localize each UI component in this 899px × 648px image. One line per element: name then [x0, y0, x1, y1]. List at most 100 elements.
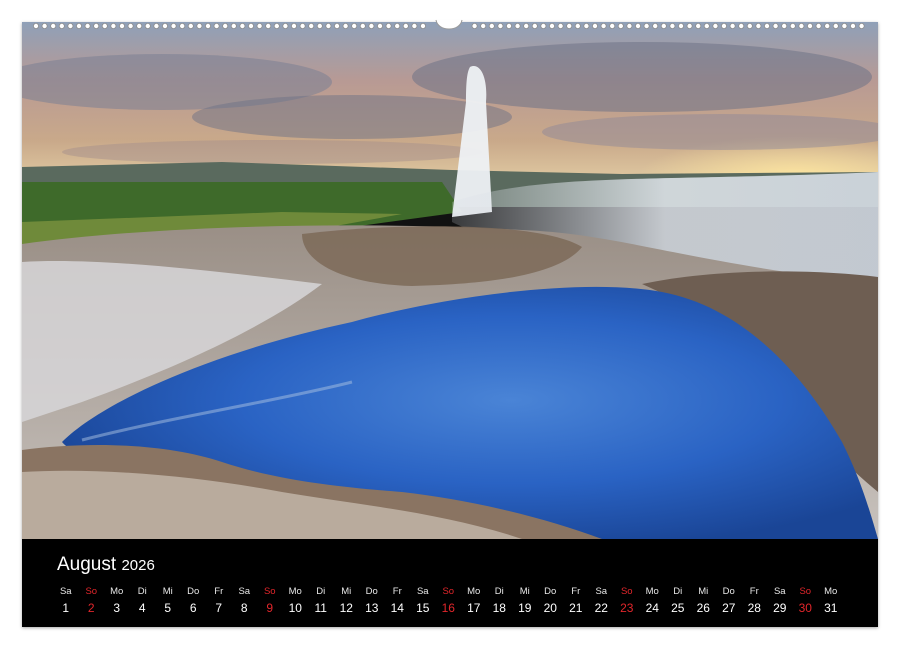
binding-hole: [824, 23, 831, 29]
binding-hole: [119, 23, 126, 29]
weekday-label: Mo: [288, 586, 302, 597]
binding-hole: [772, 23, 779, 29]
binding-hole: [549, 23, 556, 29]
binding-hole: [712, 23, 719, 29]
weekday-label: Di: [316, 586, 326, 597]
binding-hole: [50, 23, 57, 29]
day-number: 9: [266, 601, 274, 615]
weekday-label: Fr: [571, 586, 581, 597]
binding-hole: [58, 23, 65, 29]
weekday-label: Di: [673, 586, 683, 597]
day-number: 19: [518, 601, 532, 615]
binding-hole: [488, 23, 495, 29]
binding-hole: [368, 23, 375, 29]
day-number: 28: [747, 601, 761, 615]
binding-hole: [738, 23, 745, 29]
binding-hole: [850, 23, 857, 29]
binding-hole: [101, 23, 108, 29]
binding-hole: [480, 23, 487, 29]
binding-hole: [41, 23, 48, 29]
day-cell: Mo 24: [640, 586, 666, 616]
binding-hole: [196, 23, 203, 29]
day-number: 26: [696, 601, 710, 615]
binding-hole: [592, 23, 599, 29]
day-cell: Fr 14: [385, 586, 411, 616]
weekday-label: Mo: [824, 586, 838, 597]
day-cell: Mi 5: [155, 586, 181, 616]
binding-hole: [359, 23, 366, 29]
day-cell: So 16: [436, 586, 462, 616]
binding-hole: [299, 23, 306, 29]
weekday-label: So: [85, 586, 98, 597]
day-cell: So 23: [614, 586, 640, 616]
weekday-label: So: [442, 586, 455, 597]
binding-hole: [67, 23, 74, 29]
day-number: 6: [189, 601, 197, 615]
weekday-label: Fr: [392, 586, 402, 597]
day-number: 17: [467, 601, 481, 615]
day-cell: Sa 15: [410, 586, 436, 616]
binding-hole: [239, 23, 246, 29]
binding-hole: [566, 23, 573, 29]
day-number: 24: [645, 601, 659, 615]
binding-hole: [574, 23, 581, 29]
binding-hole: [626, 23, 633, 29]
binding-hole: [721, 23, 728, 29]
weekday-label: Mi: [698, 586, 709, 597]
day-cell: Sa 8: [232, 586, 258, 616]
month-name: August: [57, 554, 117, 575]
weekday-label: So: [263, 586, 276, 597]
binding-hole: [669, 23, 676, 29]
day-cell: Fr 21: [563, 586, 589, 616]
binding-hole: [815, 23, 822, 29]
binding-hole: [93, 23, 100, 29]
month-title: August 2026: [57, 554, 155, 576]
day-number: 3: [113, 601, 121, 615]
weekday-label: Mi: [519, 586, 530, 597]
binding-hole: [204, 23, 211, 29]
day-cell: Mi 12: [334, 586, 360, 616]
day-number: 8: [240, 601, 248, 615]
day-number: 7: [215, 601, 223, 615]
day-number: 18: [492, 601, 506, 615]
day-cell: Sa 22: [589, 586, 615, 616]
spiral-binding: [32, 19, 865, 30]
binding-hole: [213, 23, 220, 29]
binding-hole: [333, 23, 340, 29]
binding-hole: [583, 23, 590, 29]
binding-hole: [351, 23, 358, 29]
day-number: 13: [365, 601, 379, 615]
binding-hole: [540, 23, 547, 29]
binding-hole: [247, 23, 254, 29]
binding-hole: [781, 23, 788, 29]
binding-hole: [678, 23, 685, 29]
binding-hole: [290, 23, 297, 29]
weekday-label: So: [620, 586, 633, 597]
day-cell: Di 25: [665, 586, 691, 616]
binding-hole: [179, 23, 186, 29]
binding-hole: [643, 23, 650, 29]
binding-hole: [32, 23, 39, 29]
day-number: 21: [569, 601, 583, 615]
weekday-label: Do: [365, 586, 378, 597]
day-number: 23: [620, 601, 634, 615]
day-number: 29: [773, 601, 787, 615]
month-year: 2026: [121, 557, 155, 574]
binding-hole: [514, 23, 521, 29]
landscape-photo: [22, 22, 878, 539]
binding-hole: [858, 23, 865, 29]
binding-hole: [308, 23, 315, 29]
weekday-label: Mi: [341, 586, 352, 597]
binding-hole: [110, 23, 117, 29]
weekday-label: Do: [187, 586, 200, 597]
day-cell: Do 6: [181, 586, 207, 616]
day-cell: Fr 28: [742, 586, 768, 616]
binding-hole: [471, 23, 478, 29]
day-number: 27: [722, 601, 736, 615]
weekday-label: Sa: [59, 586, 72, 597]
day-number: 30: [798, 601, 812, 615]
binding-hole: [523, 23, 530, 29]
binding-hole: [316, 23, 323, 29]
binding-hole: [695, 23, 702, 29]
day-number: 2: [87, 601, 95, 615]
